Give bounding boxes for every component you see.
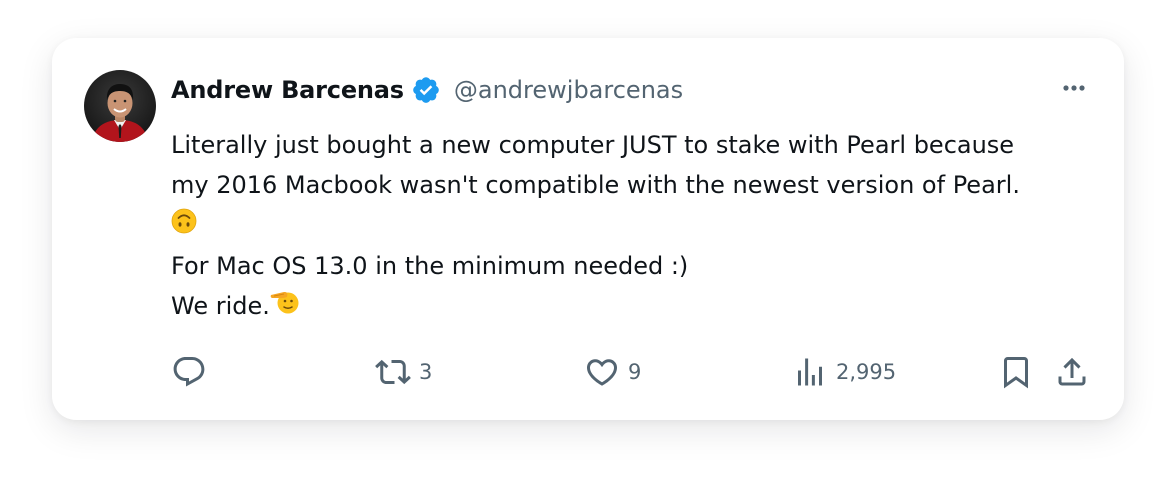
like-button[interactable]: 9: [584, 354, 641, 390]
tweet-header: Andrew Barcenas @andrewjbarcenas: [171, 72, 683, 108]
bookmark-button[interactable]: [998, 354, 1034, 390]
author-name[interactable]: Andrew Barcenas: [171, 76, 404, 104]
tweet-text-line: [171, 205, 1086, 246]
tweet-text-line: For Mac OS 13.0 in the minimum needed :): [171, 252, 689, 280]
heart-icon: [584, 354, 620, 390]
upside-down-face-icon: [171, 206, 197, 246]
like-count: 9: [628, 360, 642, 384]
tweet-action-bar: 3 9 2,995: [52, 354, 1124, 390]
views-button[interactable]: 2,995: [792, 354, 896, 390]
reply-button[interactable]: [171, 354, 207, 390]
bookmark-icon: [998, 354, 1034, 390]
avatar-photo: [84, 70, 156, 142]
tweet-card: Andrew Barcenas @andrewjbarcenas Literal…: [52, 38, 1124, 420]
tweet-text: Literally just bought a new computer JUS…: [171, 125, 1086, 327]
tweet-text-line: Literally just bought a new computer JUS…: [171, 131, 1015, 159]
author-handle[interactable]: @andrewjbarcenas: [454, 76, 683, 104]
views-count: 2,995: [836, 360, 897, 384]
reply-icon: [171, 354, 207, 390]
tweet-text-line: We ride.: [171, 286, 1086, 327]
retweet-icon: [375, 354, 411, 390]
retweet-button[interactable]: 3: [375, 354, 432, 390]
avatar[interactable]: [84, 70, 156, 142]
saluting-face-icon: [270, 287, 300, 327]
views-chart-icon: [792, 354, 828, 390]
tweet-text-line: my 2016 Macbook wasn't compatible with t…: [171, 171, 1020, 199]
retweet-count: 3: [419, 360, 433, 384]
verified-badge-icon: [411, 75, 441, 105]
share-icon: [1054, 354, 1090, 390]
share-button[interactable]: [1054, 354, 1090, 390]
tweet-text-fragment: We ride.: [171, 292, 270, 320]
more-options-icon[interactable]: [1058, 78, 1090, 98]
